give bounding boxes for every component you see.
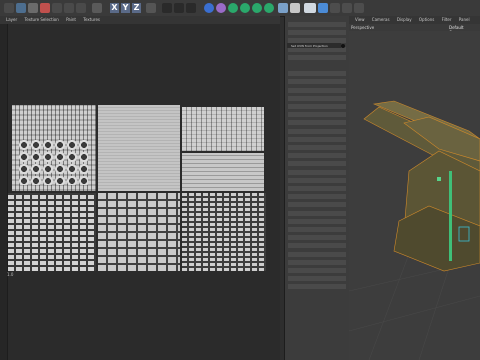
panel-row[interactable] <box>288 243 346 249</box>
uv-island[interactable] <box>182 107 264 151</box>
panel-row[interactable] <box>288 210 346 216</box>
environment-icon[interactable] <box>290 3 300 13</box>
panel-close-icon[interactable] <box>341 44 345 48</box>
panel-row[interactable] <box>288 235 346 241</box>
panel-row[interactable] <box>288 128 346 134</box>
camera-icon[interactable] <box>304 3 316 13</box>
tool-icon[interactable] <box>64 3 74 13</box>
menu-view[interactable]: View <box>355 16 365 24</box>
uv-editor-toolstrip[interactable] <box>0 24 8 360</box>
pen-spline-icon[interactable] <box>216 3 226 13</box>
panel-row[interactable] <box>288 120 346 126</box>
tool-icon[interactable] <box>52 3 62 13</box>
panel-row[interactable] <box>288 218 346 224</box>
move-tool-icon[interactable] <box>16 3 26 13</box>
undo-icon[interactable] <box>4 3 14 13</box>
y-axis-lock-button[interactable]: Y <box>121 3 130 13</box>
menu-texture-selection[interactable]: Texture Selection <box>24 16 58 24</box>
panel-row[interactable] <box>288 268 346 273</box>
panel-row[interactable] <box>288 169 346 175</box>
rotate-tool-icon[interactable] <box>40 3 50 13</box>
scale-tool-icon[interactable] <box>28 3 38 13</box>
panel-row[interactable] <box>288 71 346 77</box>
viewport-header: Perspective Default Camera <box>349 24 480 35</box>
panel-row[interactable] <box>288 227 346 232</box>
menu-paint[interactable]: Paint <box>66 16 76 24</box>
tool-icon[interactable] <box>354 3 364 13</box>
3d-viewport[interactable] <box>349 31 480 360</box>
scene-icon[interactable] <box>278 3 288 13</box>
panel-row[interactable] <box>288 22 346 27</box>
panel-row[interactable] <box>288 161 346 167</box>
uv-island[interactable] <box>182 153 264 191</box>
uv-texture-pattern <box>98 105 180 191</box>
viewport-scene <box>349 100 480 360</box>
panel-row[interactable] <box>288 259 346 265</box>
panel-row[interactable] <box>288 136 346 142</box>
uv-island[interactable] <box>98 105 180 191</box>
panel-row[interactable] <box>288 177 346 183</box>
panel-row[interactable] <box>288 194 346 200</box>
panel-row[interactable] <box>288 153 346 159</box>
uv-axis-tick-label: 1.0 <box>7 272 14 277</box>
panel-row[interactable] <box>288 202 346 208</box>
panel-row[interactable] <box>288 145 346 150</box>
uv-island[interactable] <box>98 193 180 271</box>
uv-island[interactable] <box>12 105 96 191</box>
menu-filter[interactable]: Filter <box>442 16 452 24</box>
uv-texture-pattern <box>8 193 96 271</box>
panel-row[interactable] <box>288 30 346 36</box>
panel-row[interactable] <box>288 104 346 109</box>
panel-row[interactable] <box>288 284 346 290</box>
axis-gizmo-handle <box>437 177 441 181</box>
panel-row-selected[interactable]: Set UVW from Projection <box>287 43 341 48</box>
uv-texture-pattern <box>182 153 264 191</box>
missile-launcher-model <box>363 100 480 272</box>
uv-island[interactable] <box>8 193 96 271</box>
generator-icon[interactable] <box>228 3 238 13</box>
panel-row[interactable] <box>288 276 346 282</box>
uv-texture-pattern <box>98 193 180 271</box>
field-icon[interactable] <box>264 3 274 13</box>
panel-row[interactable] <box>288 251 346 257</box>
panel-row[interactable] <box>288 87 346 93</box>
x-axis-lock-button[interactable]: X <box>110 3 119 13</box>
panel-row-label: Set UVW from Projection <box>291 44 328 48</box>
mograph-icon[interactable] <box>252 3 262 13</box>
panel-row[interactable] <box>288 54 346 60</box>
uv-texture-pattern <box>182 107 264 151</box>
layout-icon[interactable] <box>318 3 328 13</box>
render-icon[interactable] <box>174 3 184 13</box>
deformer-icon[interactable] <box>240 3 250 13</box>
z-axis-lock-button[interactable]: Z <box>132 3 141 13</box>
uv-island[interactable] <box>182 193 266 271</box>
y-axis-gizmo <box>449 171 452 261</box>
uv-circle-cluster <box>18 139 88 185</box>
menu-options[interactable]: Options <box>419 16 434 24</box>
panel-row[interactable] <box>288 95 346 101</box>
render-settings-icon[interactable] <box>186 3 196 13</box>
tool-icon[interactable] <box>92 3 102 13</box>
main-toolbar: X Y Z <box>0 0 480 17</box>
tool-icon[interactable] <box>330 3 340 13</box>
menu-display[interactable]: Display <box>397 16 412 24</box>
panel-row[interactable] <box>288 79 346 85</box>
uv-commands-panel <box>284 16 350 360</box>
uv-texture-pattern <box>182 193 266 271</box>
tool-icon[interactable] <box>76 3 86 13</box>
menu-textures[interactable]: Textures <box>83 16 100 24</box>
render-view-icon[interactable] <box>162 3 172 13</box>
menu-cameras[interactable]: Cameras <box>372 16 390 24</box>
uv-editor-canvas[interactable] <box>0 24 280 360</box>
tool-icon[interactable] <box>342 3 352 13</box>
panel-row[interactable] <box>288 186 346 191</box>
coordinate-system-icon[interactable] <box>146 3 156 13</box>
menu-panel[interactable]: Panel <box>459 16 470 24</box>
cube-primitive-icon[interactable] <box>204 3 214 13</box>
viewport-label: Perspective <box>351 25 375 30</box>
panel-row[interactable] <box>288 112 346 118</box>
menu-layer[interactable]: Layer <box>6 16 17 24</box>
